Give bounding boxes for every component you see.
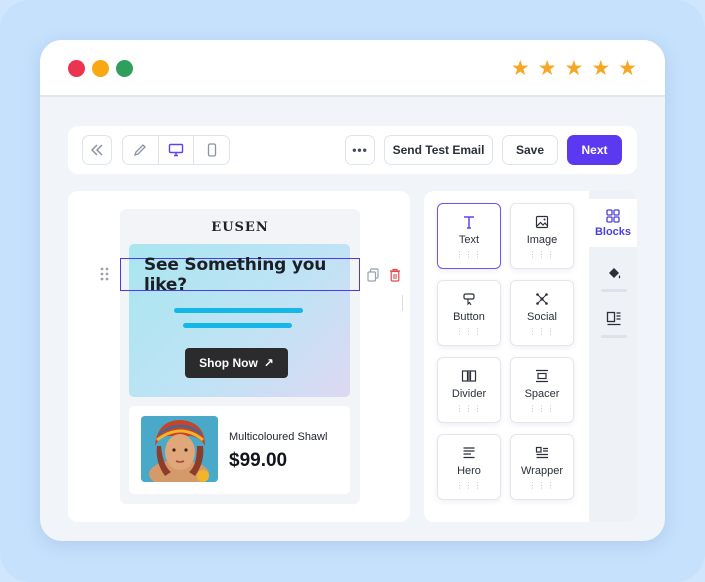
block-spacer[interactable]: Spacer ⋮⋮⋮ [510, 357, 574, 423]
product-image [141, 416, 218, 482]
block-social[interactable]: Social ⋮⋮⋮ [510, 280, 574, 346]
double-chevron-left-icon [90, 144, 103, 156]
trash-icon [390, 268, 400, 282]
product-price: $99.00 [229, 450, 288, 471]
button-icon [462, 291, 476, 307]
more-button[interactable]: ••• [345, 135, 375, 165]
hero-text-line [174, 308, 303, 313]
more-horizontal-icon: ••• [352, 143, 368, 157]
mobile-icon [207, 143, 216, 157]
minimize-window-button[interactable] [92, 60, 109, 77]
block-hero[interactable]: Hero ⋮⋮⋮ [437, 434, 501, 500]
pencil-icon [134, 144, 147, 157]
title-bar: ★ ★ ★ ★ ★ [40, 40, 665, 97]
send-test-email-button[interactable]: Send Test Email [384, 135, 493, 165]
editor-toolbar: ••• Send Test Email Save Next [68, 126, 637, 174]
star-icon: ★ [564, 56, 584, 80]
text-icon [462, 214, 476, 230]
drag-handle-icon[interactable] [100, 267, 109, 281]
social-icon [535, 291, 549, 307]
block-text[interactable]: Text ⋮⋮⋮ [437, 203, 501, 269]
layout-icon [606, 311, 621, 326]
block-wrapper[interactable]: Wrapper ⋮⋮⋮ [510, 434, 574, 500]
grip-icon: ⋮⋮⋮ [455, 404, 483, 413]
block-label: Social [527, 311, 557, 323]
tab-layout[interactable] [601, 311, 627, 338]
block-label: Image [526, 234, 558, 246]
block-button[interactable]: Button ⋮⋮⋮ [437, 280, 501, 346]
tab-style[interactable] [601, 265, 627, 292]
block-label: Hero [457, 465, 481, 477]
brand-logo: EUSEN [211, 220, 269, 235]
grip-icon: ⋮⋮⋮ [528, 404, 556, 413]
email-canvas: EUSEN Shop Now ↗ Multicoloured Shawl $99… [68, 191, 410, 522]
duplicate-button[interactable] [366, 267, 380, 282]
maximize-window-button[interactable] [116, 60, 133, 77]
edit-mode-button[interactable] [123, 136, 159, 164]
close-window-button[interactable] [68, 60, 85, 77]
block-label: Button [453, 311, 485, 323]
grip-icon: ⋮⋮⋮ [455, 327, 483, 336]
app-window: ★ ★ ★ ★ ★ ••• Send Test Email Save Next … [40, 40, 665, 541]
hero-text-line [183, 323, 292, 328]
mobile-view-button[interactable] [194, 136, 229, 164]
block-label: Divider [451, 388, 487, 400]
shop-now-button[interactable]: Shop Now ↗ [185, 348, 288, 378]
image-icon [535, 214, 549, 230]
spacer-icon [535, 368, 549, 384]
tab-blocks-label: Blocks [594, 225, 632, 238]
collapse-button[interactable] [82, 135, 112, 165]
scroll-indicator [402, 295, 403, 311]
grid-icon [606, 208, 620, 223]
view-mode-group [122, 135, 230, 165]
star-icon: ★ [591, 56, 611, 80]
blocks-panel: Text ⋮⋮⋮ Image ⋮⋮⋮ Button ⋮⋮⋮ Social ⋮⋮⋮ Divider… [424, 191, 637, 522]
tab-divider [601, 335, 627, 338]
grip-icon: ⋮⋮⋮ [455, 250, 483, 259]
arrow-up-right-icon: ↗ [263, 356, 274, 370]
grip-icon: ⋮⋮⋮ [455, 481, 483, 490]
star-icon: ★ [537, 56, 557, 80]
rating-stars: ★ ★ ★ ★ ★ [511, 57, 637, 79]
block-label: Text [458, 234, 480, 246]
star-icon: ★ [618, 56, 637, 80]
side-rail: Blocks [589, 191, 637, 522]
wrapper-icon [535, 445, 549, 461]
selected-headline-block[interactable]: See Something you like? [120, 255, 360, 295]
tab-divider [601, 289, 627, 292]
desktop-icon [168, 143, 184, 157]
hero-icon [462, 445, 476, 461]
block-actions [366, 267, 402, 282]
grip-icon: ⋮⋮⋮ [528, 327, 556, 336]
desktop-view-button[interactable] [159, 136, 195, 164]
next-button[interactable]: Next [567, 135, 622, 165]
grip-icon: ⋮⋮⋮ [528, 250, 556, 259]
copy-icon [367, 267, 379, 282]
shop-now-label: Shop Now [199, 356, 258, 370]
save-button[interactable]: Save [502, 135, 558, 165]
product-name: Multicoloured Shawl [229, 431, 328, 443]
block-divider[interactable]: Divider ⋮⋮⋮ [437, 357, 501, 423]
delete-button[interactable] [388, 267, 402, 282]
paint-bucket-icon [609, 268, 621, 279]
block-label: Wrapper [521, 465, 563, 477]
divider-icon [461, 368, 477, 384]
star-icon: ★ [510, 56, 530, 80]
grip-icon: ⋮⋮⋮ [528, 481, 556, 490]
email-preview: EUSEN Shop Now ↗ Multicoloured Shawl $99… [120, 209, 360, 504]
block-label: Spacer [524, 388, 560, 400]
block-image[interactable]: Image ⋮⋮⋮ [510, 203, 574, 269]
product-card[interactable]: Multicoloured Shawl $99.00 [129, 406, 350, 494]
tab-blocks[interactable]: Blocks [589, 199, 637, 247]
